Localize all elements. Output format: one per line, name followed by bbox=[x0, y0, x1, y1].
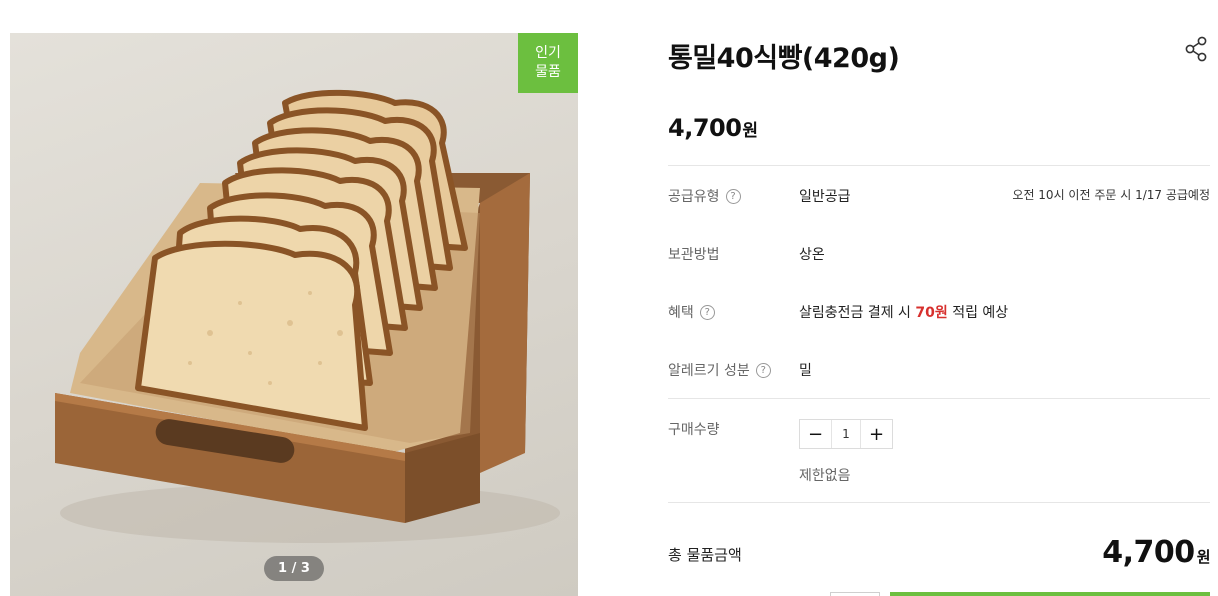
product-image-gallery[interactable]: 인기 물품 1 / 3 bbox=[10, 33, 578, 596]
popular-badge: 인기 물품 bbox=[518, 33, 578, 93]
increase-quantity-button[interactable]: + bbox=[861, 420, 892, 448]
allergy-label: 알레르기 성분 ? bbox=[668, 360, 771, 380]
benefit-label-text: 혜택 bbox=[668, 305, 694, 321]
badge-line-2: 물품 bbox=[535, 64, 561, 80]
badge-line-1: 인기 bbox=[535, 45, 561, 61]
storage-value: 상온 bbox=[799, 247, 825, 263]
benefit-prefix: 살림충전금 결제 시 bbox=[799, 305, 916, 321]
storage-label: 보관방법 bbox=[668, 247, 720, 263]
price-value: 4,700 bbox=[668, 114, 742, 142]
product-price: 4,700원 bbox=[668, 114, 758, 142]
supply-type-label: 공급유형 ? bbox=[668, 186, 741, 206]
total-label: 총 물품금액 bbox=[668, 546, 742, 564]
total-price-value: 4,700 bbox=[1102, 535, 1195, 570]
divider bbox=[668, 165, 1210, 166]
help-icon[interactable]: ? bbox=[755, 362, 771, 378]
image-counter: 1 / 3 bbox=[264, 556, 324, 581]
quantity-input[interactable]: 1 bbox=[831, 420, 861, 448]
benefit-value: 살림충전금 결제 시 70원 적립 예상 bbox=[799, 302, 1008, 322]
total-price: 4,700 원 bbox=[1102, 535, 1210, 570]
quantity-label: 구매수량 bbox=[668, 422, 720, 438]
total-price-unit: 원 bbox=[1196, 548, 1211, 566]
divider bbox=[668, 502, 1210, 503]
help-icon[interactable]: ? bbox=[699, 304, 715, 320]
decrease-quantity-button[interactable]: − bbox=[800, 420, 831, 448]
product-title: 통밀40식빵(420g) bbox=[668, 43, 900, 74]
allergy-value: 밀 bbox=[799, 363, 812, 379]
divider bbox=[668, 398, 1210, 399]
supply-schedule-note: 오전 10시 이전 주문 시 1/17 공급예정 bbox=[1012, 188, 1210, 202]
quantity-stepper[interactable]: − 1 + bbox=[799, 419, 893, 449]
quantity-limit: 제한없음 bbox=[799, 468, 851, 484]
bottom-quantity-box[interactable] bbox=[830, 592, 880, 596]
supply-type-value: 일반공급 bbox=[799, 189, 851, 205]
allergy-label-text: 알레르기 성분 bbox=[668, 363, 750, 379]
help-icon[interactable]: ? bbox=[725, 188, 741, 204]
benefit-label: 혜택 ? bbox=[668, 302, 715, 322]
bread-photo bbox=[55, 89, 560, 543]
benefit-amount: 70원 bbox=[915, 305, 948, 321]
supply-type-label-text: 공급유형 bbox=[668, 189, 720, 205]
share-icon[interactable] bbox=[1183, 35, 1209, 63]
purchase-button[interactable] bbox=[890, 592, 1210, 596]
price-unit: 원 bbox=[742, 121, 758, 141]
benefit-suffix: 적립 예상 bbox=[947, 305, 1009, 321]
